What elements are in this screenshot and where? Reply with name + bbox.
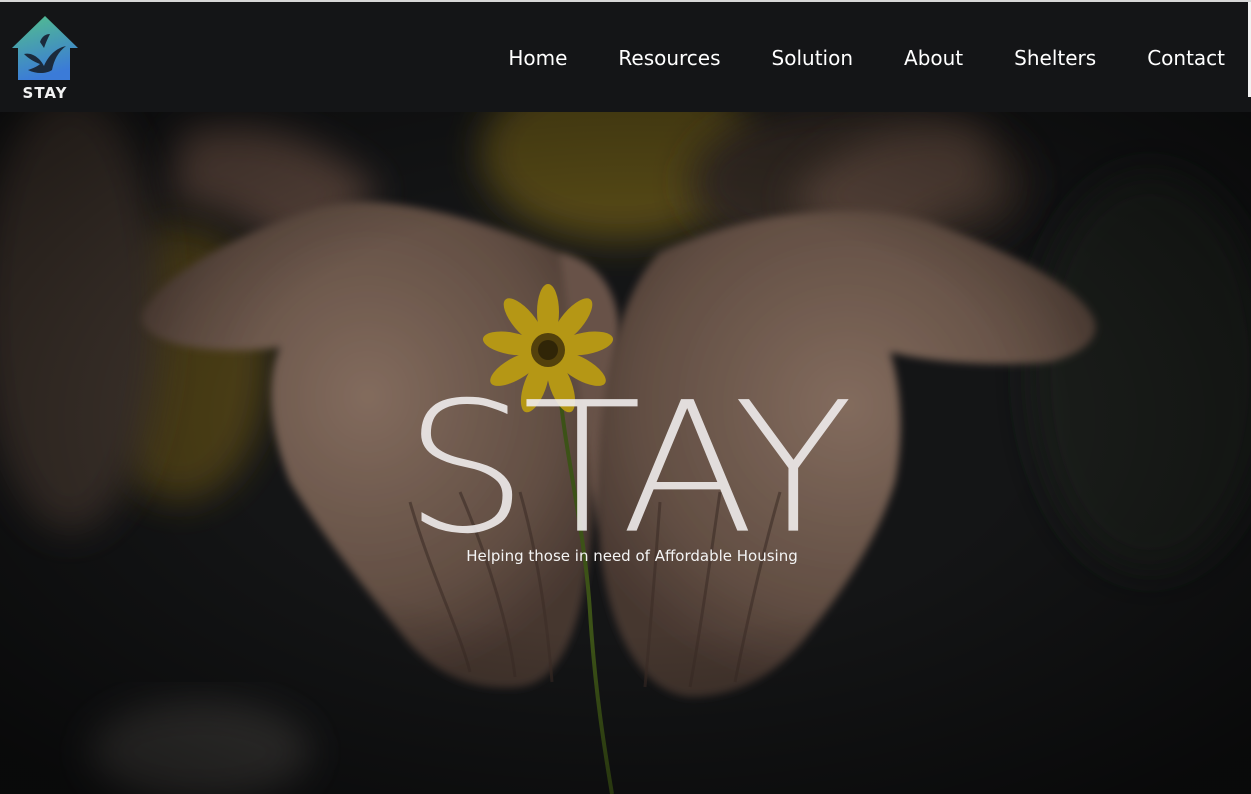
main-nav: Home Resources Solution About Shelters C… — [457, 44, 1225, 72]
nav-resources[interactable]: Resources — [618, 44, 720, 72]
nav-about[interactable]: About — [904, 44, 963, 72]
nav-home[interactable]: Home — [508, 44, 567, 72]
hero-title: STAY — [403, 364, 854, 575]
site-logo[interactable]: STAY — [10, 14, 80, 106]
hero-subtitle: Helping those in need of Affordable Hous… — [466, 547, 798, 565]
nav-solution[interactable]: Solution — [772, 44, 853, 72]
nav-shelters[interactable]: Shelters — [1014, 44, 1096, 72]
house-bird-logo-icon — [12, 16, 78, 80]
page: STAY Home Resources Solution About Shelt… — [0, 0, 1251, 794]
nav-contact[interactable]: Contact — [1147, 44, 1225, 72]
logo-text: STAY — [22, 84, 68, 102]
hero-section: STAY Helping those in need of Affordable… — [0, 112, 1251, 794]
navbar: STAY Home Resources Solution About Shelt… — [0, 2, 1251, 112]
